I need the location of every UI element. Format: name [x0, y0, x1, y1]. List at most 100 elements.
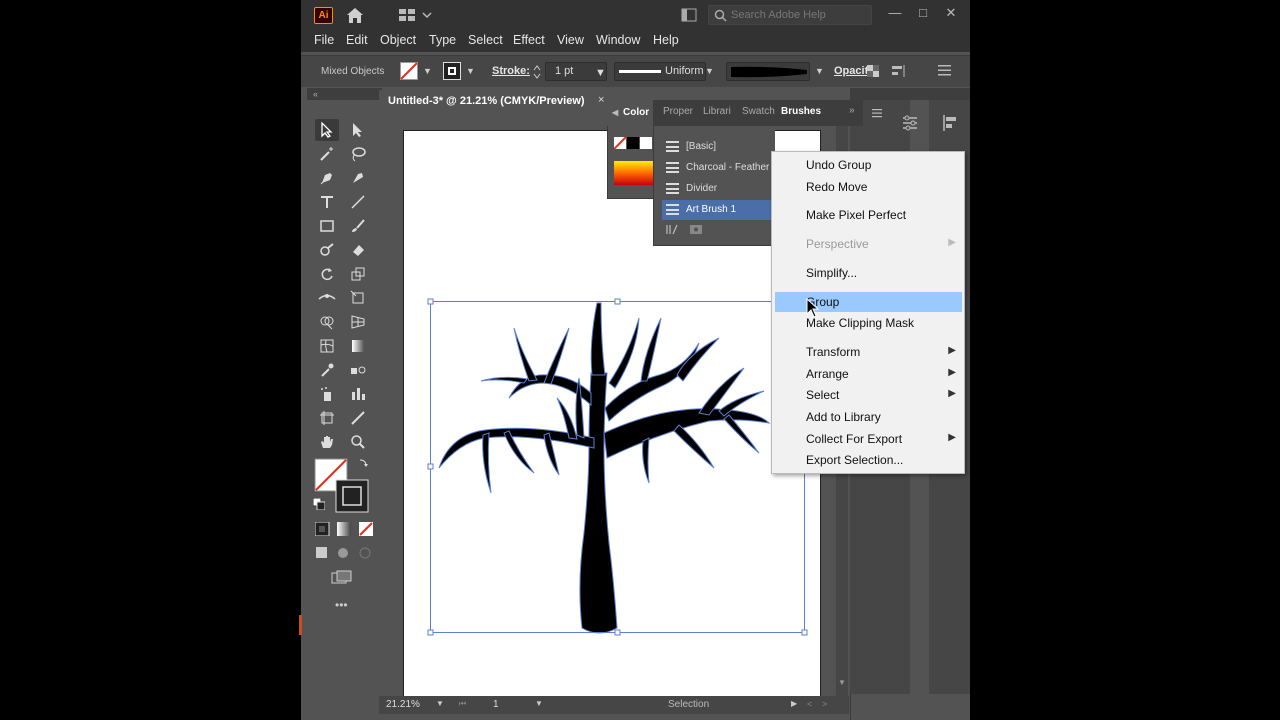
zoom-chevron-down-icon[interactable]: ▼ [436, 699, 444, 708]
zoom-tool-icon[interactable] [346, 431, 370, 453]
menu-item-make-pixel-perfect[interactable]: Make Pixel Perfect [775, 205, 962, 225]
lasso-tool-icon[interactable] [346, 143, 370, 165]
brush-item-basic[interactable]: [Basic] [662, 137, 774, 157]
pen-tool-icon[interactable] [315, 167, 339, 189]
expand-panels-icon[interactable]: » [849, 105, 855, 116]
eyedropper-tool-icon[interactable] [315, 359, 339, 381]
stroke-weight-field[interactable]: 1 pt ▼ [545, 62, 607, 81]
width-tool-icon[interactable] [315, 287, 339, 309]
column-graph-tool-icon[interactable] [346, 383, 370, 405]
menu-effect[interactable]: Effect [513, 33, 545, 47]
menu-item-undo-group[interactable]: Undo Group [775, 155, 962, 175]
menu-type[interactable]: Type [429, 33, 456, 47]
mesh-tool-icon[interactable] [315, 335, 339, 357]
control-bar-menu-icon[interactable] [938, 65, 951, 76]
close-window-button[interactable]: ✕ [941, 3, 961, 23]
menu-help[interactable]: Help [653, 33, 679, 47]
fill-swatch-none-icon[interactable] [400, 62, 418, 80]
menu-item-make-clipping-mask[interactable]: Make Clipping Mask [775, 313, 962, 333]
menu-edit[interactable]: Edit [346, 33, 368, 47]
menu-select[interactable]: Select [468, 33, 503, 47]
align-panel-icon[interactable] [941, 114, 959, 132]
stroke-stepper-icon[interactable] [533, 64, 541, 80]
type-tool-icon[interactable] [315, 191, 339, 213]
menu-item-export-selection[interactable]: Export Selection... [775, 450, 962, 470]
fill-dropdown-chevron-icon[interactable]: ▼ [423, 66, 432, 76]
menu-item-group[interactable]: Group [775, 292, 962, 312]
tab-properties[interactable]: Proper [663, 106, 693, 117]
maximize-button[interactable]: □ [913, 3, 933, 23]
scale-tool-icon[interactable] [346, 263, 370, 285]
stroke-label[interactable]: Stroke: [492, 65, 530, 77]
tab-brushes[interactable]: Brushes [781, 106, 821, 117]
profile-chevron-down-icon[interactable]: ▼ [705, 66, 714, 76]
minimize-button[interactable]: — [885, 3, 905, 23]
workspace-switcher-icon[interactable] [399, 8, 433, 22]
tab-libraries[interactable]: Librari [703, 106, 731, 117]
menu-item-collect-for-export[interactable]: Collect For Export ▶ [775, 429, 962, 449]
symbol-sprayer-tool-icon[interactable] [315, 383, 339, 405]
help-search[interactable]: Search Adobe Help [708, 5, 872, 25]
artboard-chevron-down-icon[interactable]: ▼ [535, 699, 543, 708]
brush-chevron-down-icon[interactable]: ▼ [815, 66, 824, 76]
close-document-icon[interactable]: × [598, 94, 604, 106]
tab-color[interactable]: Color ◀ [607, 100, 653, 126]
slice-tool-icon[interactable] [346, 407, 370, 429]
perspective-grid-tool-icon[interactable] [346, 311, 370, 333]
stroke-dropdown-chevron-icon[interactable]: ▼ [466, 66, 475, 76]
hand-tool-icon[interactable] [315, 431, 339, 453]
brush-libraries-icon[interactable] [666, 223, 706, 235]
menu-item-transform[interactable]: Transform ▶ [775, 342, 962, 362]
paintbrush-tool-icon[interactable] [346, 215, 370, 237]
gradient-tool-icon[interactable] [346, 335, 370, 357]
properties-panel-icon[interactable] [901, 114, 919, 132]
status-prev-icon[interactable]: < [807, 699, 812, 709]
color-swatch-row-icon[interactable] [614, 137, 654, 149]
menu-object[interactable]: Object [380, 33, 416, 47]
menu-item-redo-move[interactable]: Redo Move [775, 177, 962, 197]
color-mode-icons[interactable] [315, 522, 373, 536]
dock-header[interactable] [850, 88, 970, 100]
shape-builder-tool-icon[interactable] [315, 311, 339, 333]
brush-item-art-brush-1[interactable]: Art Brush 1 [662, 200, 774, 220]
drawing-mode-icons[interactable] [315, 546, 373, 560]
more-tools-icon[interactable]: ••• [335, 598, 348, 612]
brush-item-divider[interactable]: Divider [662, 179, 774, 199]
artboard-tool-icon[interactable] [315, 407, 339, 429]
magic-wand-tool-icon[interactable] [315, 143, 339, 165]
tab-swatches[interactable]: Swatch [742, 106, 775, 117]
blend-tool-icon[interactable] [346, 359, 370, 381]
scroll-down-chevron-icon[interactable]: ▼ [838, 678, 846, 687]
stroke-swatch-icon[interactable] [443, 62, 461, 80]
first-artboard-icon[interactable]: ⏮ [459, 699, 466, 709]
screen-mode-icon[interactable] [331, 570, 353, 584]
line-segment-tool-icon[interactable] [346, 191, 370, 213]
curvature-tool-icon[interactable] [346, 167, 370, 189]
status-play-icon[interactable]: ▶ [791, 699, 797, 708]
menu-file[interactable]: File [314, 33, 334, 47]
arrange-documents-icon[interactable] [681, 8, 697, 22]
artboard-number[interactable]: 1 [493, 699, 499, 710]
document-tab[interactable]: Untitled-3* @ 21.21% (CMYK/Preview) × [379, 90, 609, 112]
status-next-icon[interactable]: > [822, 699, 827, 709]
home-icon[interactable] [344, 5, 366, 25]
rotate-tool-icon[interactable] [315, 263, 339, 285]
panel-menu-icon[interactable] [872, 108, 882, 118]
menu-item-select[interactable]: Select ▶ [775, 385, 962, 405]
default-fill-stroke-icon[interactable] [313, 498, 325, 510]
menu-item-add-to-library[interactable]: Add to Library [775, 407, 962, 427]
zoom-level[interactable]: 21.21% [386, 699, 420, 710]
align-options-icon[interactable] [891, 64, 907, 78]
brush-item-charcoal-feather[interactable]: Charcoal - Feather [662, 158, 774, 178]
free-transform-tool-icon[interactable] [346, 287, 370, 309]
tools-panel-header[interactable]: « [307, 88, 382, 100]
opacity-options-icon[interactable] [867, 65, 879, 77]
eraser-tool-icon[interactable] [346, 239, 370, 261]
menu-item-simplify[interactable]: Simplify... [775, 263, 962, 283]
direct-selection-tool-icon[interactable] [346, 119, 370, 141]
shaper-tool-icon[interactable] [315, 239, 339, 261]
menu-view[interactable]: View [557, 33, 584, 47]
menu-item-arrange[interactable]: Arrange ▶ [775, 364, 962, 384]
rectangle-tool-icon[interactable] [315, 215, 339, 237]
brush-definition-select[interactable] [726, 62, 810, 81]
